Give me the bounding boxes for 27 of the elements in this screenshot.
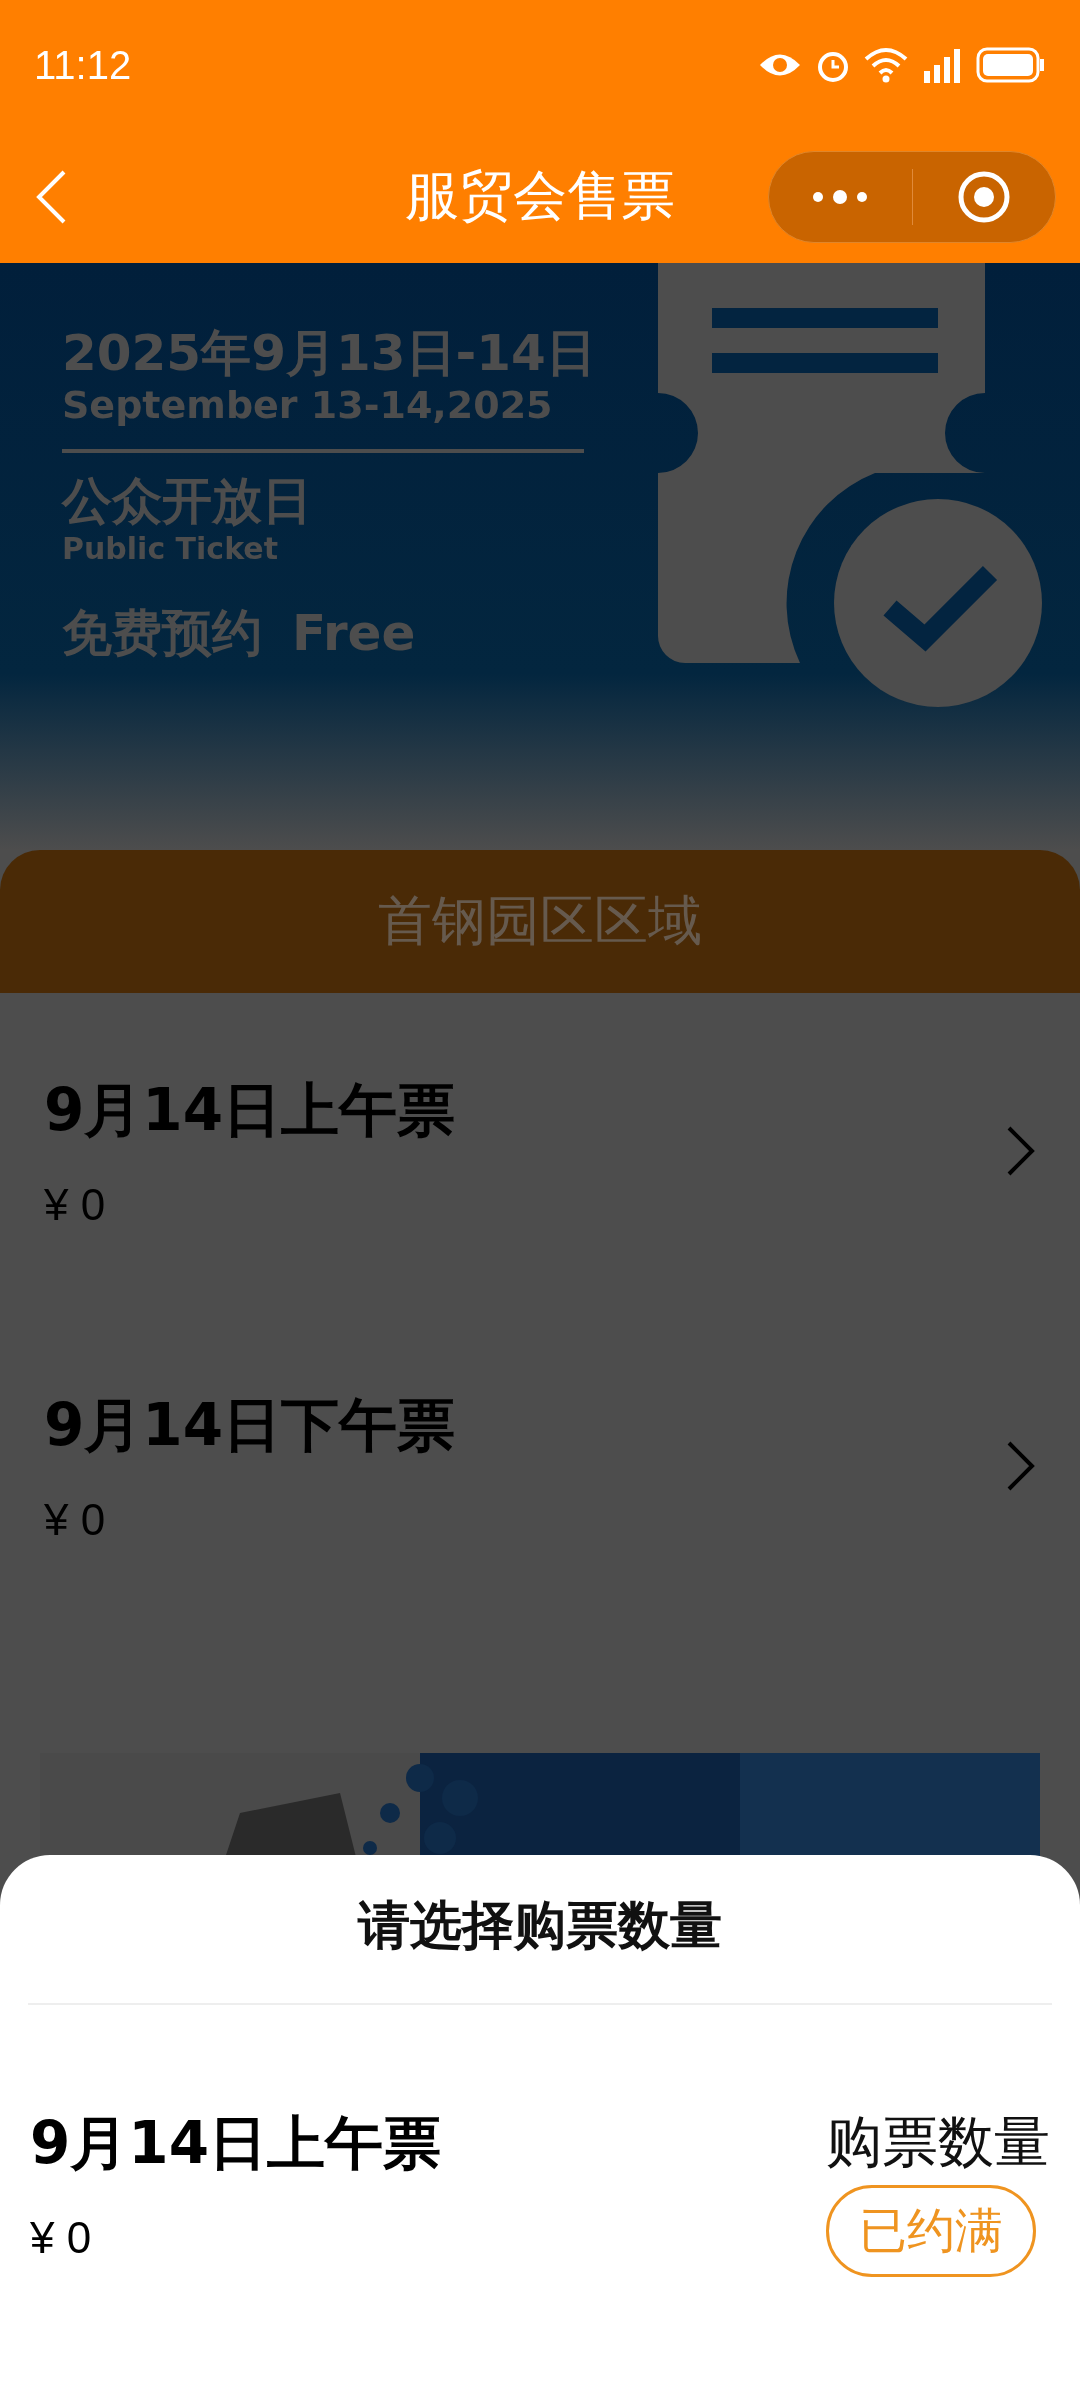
ticket-price: ¥ 0 — [44, 1179, 107, 1230]
status-time: 11:12 — [34, 42, 132, 88]
ticket-price: ¥ 0 — [30, 2213, 93, 2263]
sheet-title: 请选择购票数量 — [356, 1894, 723, 1957]
page-title: 服贸会售票 — [405, 163, 675, 229]
event-date: 2025年9月13日-14日 — [62, 323, 596, 383]
chevron-right-icon — [1006, 1439, 1036, 1492]
wifi-icon — [864, 47, 908, 83]
ticket-check-icon — [655, 263, 1045, 708]
area-tab[interactable]: 首钢园区区域 — [0, 850, 1080, 993]
ticket-type: 公众开放日 — [62, 471, 313, 531]
target-icon[interactable] — [956, 169, 1011, 224]
quantity-label: 购票数量 — [826, 2108, 1050, 2176]
ticket-row[interactable]: 9月14日上午票 ¥ 0 — [0, 993, 1080, 1308]
free-label: 免费预约 — [62, 603, 262, 663]
ticket-title: 9月14日下午票 — [44, 1389, 457, 1461]
free-label-english: Free — [292, 603, 416, 663]
battery-icon — [976, 47, 1046, 83]
ticket-title: 9月14日上午票 — [44, 1074, 457, 1146]
back-icon[interactable] — [34, 168, 68, 225]
fully-booked-button[interactable]: 已约满 — [826, 2185, 1036, 2277]
ticket-price: ¥ 0 — [44, 1494, 107, 1545]
ticket-type-english: Public Ticket — [62, 531, 279, 567]
ticket-row[interactable]: 9月14日下午票 ¥ 0 — [0, 1308, 1080, 1623]
ticket-title: 9月14日上午票 — [30, 2108, 443, 2179]
event-date-english: September 13-14,2025 — [62, 383, 554, 427]
chevron-right-icon — [1006, 1124, 1036, 1177]
